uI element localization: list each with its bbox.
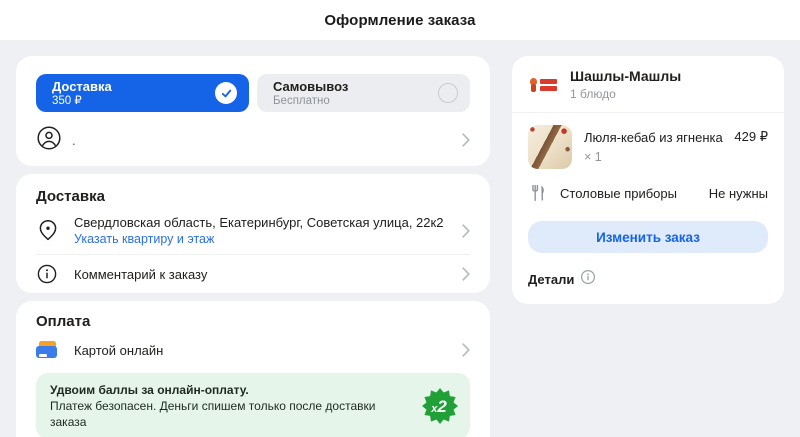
address-row[interactable]: Свердловская область, Екатеринбург, Сове… (36, 206, 470, 254)
user-icon (36, 125, 62, 156)
order-comment-label: Комментарий к заказу (74, 266, 208, 282)
x2-badge-icon: x2 (422, 388, 458, 424)
edit-order-button[interactable]: Изменить заказ (528, 221, 768, 253)
dish-name: Люля-кебаб из ягненка (584, 130, 723, 145)
cashback-banner: Удвоим баллы за онлайн-оплату. Платеж бе… (36, 373, 470, 437)
check-circle-icon (215, 82, 237, 104)
recipient-value: . (72, 132, 76, 148)
delivery-section-title: Доставка (36, 188, 105, 205)
dish-quantity: × 1 (584, 150, 602, 164)
payment-method-row[interactable]: Картой онлайн (36, 331, 470, 369)
dish-price: 429 ₽ (734, 129, 768, 144)
restaurant-row[interactable]: Шашлы-Машлы 1 блюдо (528, 68, 768, 102)
cutlery-row[interactable]: Столовые приборы Не нужны (528, 183, 768, 203)
dish-image (528, 125, 572, 169)
details-label: Детали (528, 272, 575, 287)
delivery-method-toggle: Доставка 350 ₽ Самовывоз Бесплатно (36, 74, 470, 112)
cutlery-label: Столовые приборы (560, 185, 677, 201)
address-detail-link[interactable]: Указать квартиру и этаж (74, 231, 454, 248)
cart-summary-column: Шашлы-Машлы 1 блюдо Люля-кебаб из ягненк… (512, 56, 784, 304)
restaurant-items-count: 1 блюдо (570, 87, 616, 101)
pickup-option-label: Самовывоз (273, 78, 349, 94)
delivery-option-delivery[interactable]: Доставка 350 ₽ (36, 74, 249, 112)
delivery-option-price: 350 ₽ (52, 94, 82, 107)
delivery-option-label: Доставка (52, 78, 112, 94)
chevron-right-icon (462, 224, 470, 238)
delivery-option-pickup[interactable]: Самовывоз Бесплатно (257, 74, 470, 112)
info-icon (580, 269, 596, 290)
checkout-form-column: Доставка 350 ₽ Самовывоз Бесплатно . Дос… (16, 56, 490, 437)
info-icon (36, 263, 60, 285)
pin-icon (36, 218, 60, 244)
cashback-banner-title: Удвоим баллы за онлайн-оплату. (50, 383, 249, 397)
page-header: Оформление заказа (0, 0, 800, 40)
delivery-section-card: Доставка Свердловская область, Екатеринб… (16, 174, 490, 293)
restaurant-logo (528, 70, 558, 100)
cashback-banner-text: Платеж безопасен. Деньги спишем только п… (50, 399, 376, 429)
payment-section-title: Оплата (36, 313, 91, 330)
radio-empty-icon (438, 83, 458, 103)
divider (512, 112, 784, 113)
cutlery-value: Не нужны (708, 185, 768, 201)
card-icon (36, 341, 60, 359)
recipient-row[interactable]: . (36, 118, 470, 162)
payment-section-card: Оплата Картой онлайн Удвоим баллы за онл… (16, 301, 490, 437)
address-text: Свердловская область, Екатеринбург, Сове… (74, 215, 444, 230)
pickup-option-price: Бесплатно (273, 94, 330, 107)
cutlery-icon (528, 183, 548, 203)
chevron-right-icon (462, 343, 470, 357)
restaurant-name: Шашлы-Машлы (570, 68, 682, 84)
cart-card: Шашлы-Машлы 1 блюдо Люля-кебаб из ягненк… (512, 56, 784, 304)
page-title: Оформление заказа (324, 11, 476, 29)
checkout-layout: Доставка 350 ₽ Самовывоз Бесплатно . Дос… (0, 40, 800, 437)
details-row[interactable]: Детали (528, 269, 768, 290)
chevron-right-icon (462, 133, 470, 147)
chevron-right-icon (462, 267, 470, 281)
delivery-method-card: Доставка 350 ₽ Самовывоз Бесплатно . (16, 56, 490, 166)
cart-item-row: Люля-кебаб из ягненка × 1 429 ₽ (528, 125, 768, 169)
payment-method-label: Картой онлайн (74, 342, 164, 358)
order-comment-row[interactable]: Комментарий к заказу (36, 255, 470, 293)
